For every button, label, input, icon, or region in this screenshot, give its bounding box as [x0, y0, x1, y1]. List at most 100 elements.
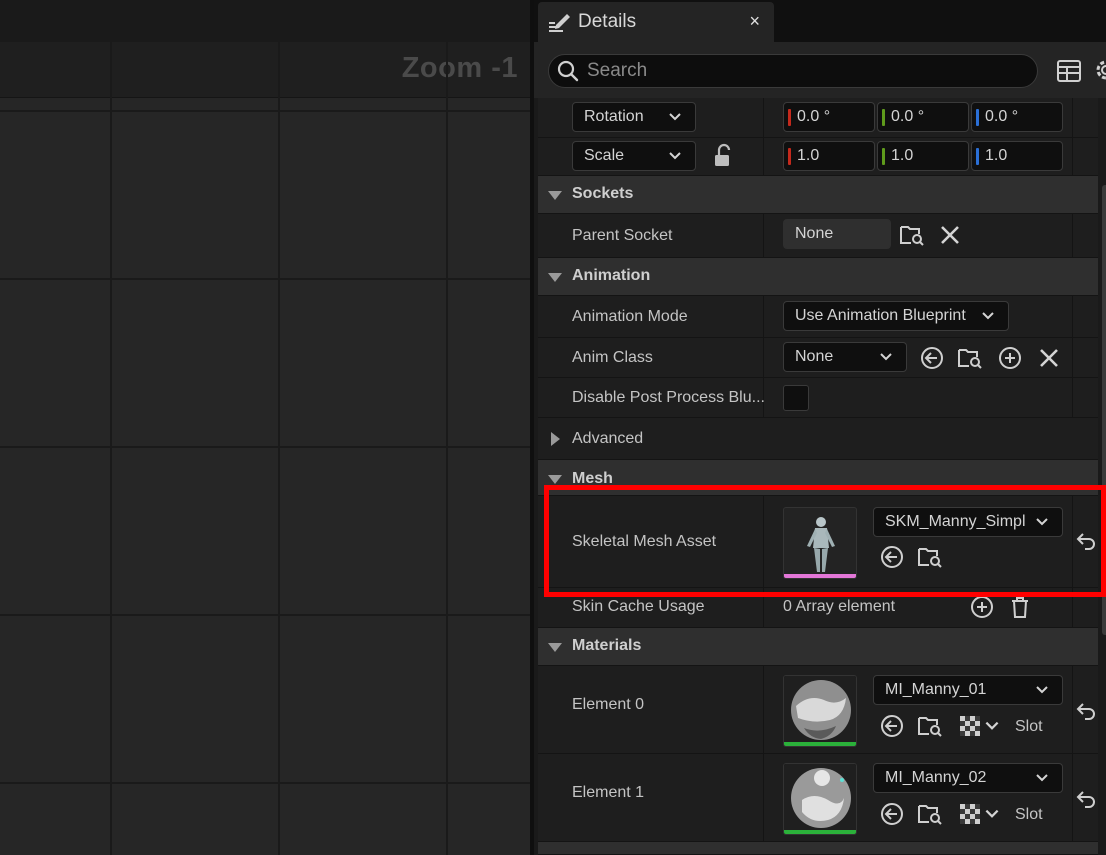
material-element-row: Element 1 MI_Manny_02 Slot: [538, 754, 1098, 842]
material-name-col: Element 0: [538, 666, 764, 753]
browse-folder-icon[interactable]: [917, 801, 943, 827]
use-selected-arrow-icon[interactable]: [879, 713, 905, 739]
rotation-mode-dropdown[interactable]: Rotation: [572, 102, 696, 132]
search-icon: [557, 60, 579, 82]
add-plus-icon[interactable]: [997, 345, 1023, 371]
use-selected-arrow-icon[interactable]: [919, 345, 945, 371]
clear-x-icon[interactable]: [937, 222, 963, 248]
category-sockets[interactable]: Sockets: [538, 176, 1098, 214]
reset-col: [1072, 588, 1098, 627]
material-value: MI_Manny_01: [885, 681, 987, 698]
table-view-icon[interactable]: [1056, 58, 1082, 84]
browse-folder-icon[interactable]: [899, 222, 925, 248]
animation-mode-value: Use Animation Blueprint: [795, 307, 966, 324]
scale-row: Scale 1.0 1.0 1.0: [538, 138, 1098, 176]
disable-post-process-checkbox[interactable]: [783, 385, 809, 411]
animation-mode-dropdown[interactable]: Use Animation Blueprint: [783, 301, 1009, 331]
y-axis-marker: [882, 109, 885, 126]
reset-to-default-icon[interactable]: [1075, 529, 1097, 551]
chevron-down-icon[interactable]: [983, 717, 1001, 735]
chevron-down-icon: [1036, 774, 1048, 782]
material-thumbnail[interactable]: [783, 675, 857, 747]
skeletal-mesh-dropdown[interactable]: SKM_Manny_Simpl: [873, 507, 1063, 537]
browse-folder-icon[interactable]: [917, 544, 943, 570]
tab-details[interactable]: Details ×: [538, 2, 774, 42]
parent-socket-field[interactable]: None: [783, 219, 891, 249]
rotation-z-field[interactable]: 0.0 °: [971, 102, 1063, 132]
rotation-x-field[interactable]: 0.0 °: [783, 102, 875, 132]
scale-x-field[interactable]: 1.0: [783, 141, 875, 171]
browse-folder-icon[interactable]: [917, 713, 943, 739]
rotation-y-field[interactable]: 0.0 °: [877, 102, 969, 132]
z-axis-marker: [976, 148, 979, 165]
anim-class-dropdown[interactable]: None: [783, 342, 907, 372]
animation-mode-row: Animation Mode Use Animation Blueprint: [538, 296, 1098, 338]
trash-icon[interactable]: [1007, 594, 1033, 620]
scale-mode-label: Scale: [584, 147, 625, 164]
disable-pp-values: [765, 378, 1071, 417]
chevron-down-icon: [1036, 686, 1048, 694]
scrollbar[interactable]: [1102, 185, 1106, 635]
reset-to-default-icon[interactable]: [1075, 699, 1097, 721]
use-selected-arrow-icon[interactable]: [879, 544, 905, 570]
search-box[interactable]: [548, 54, 1038, 88]
chevron-down-icon: [669, 113, 681, 121]
material-sphere-icon: [784, 764, 856, 834]
x-axis-marker: [788, 109, 791, 126]
use-selected-arrow-icon[interactable]: [879, 801, 905, 827]
material-values: MI_Manny_02 Slot: [765, 754, 1071, 841]
skin-cache-row: Skin Cache Usage 0 Array element: [538, 588, 1098, 628]
add-plus-icon[interactable]: [969, 594, 995, 620]
rotation-y-value: 0.0 °: [891, 108, 925, 125]
clear-x-icon[interactable]: [1036, 345, 1062, 371]
mannequin-icon: [784, 508, 856, 578]
reset-col: [1072, 296, 1098, 337]
pencil-details-icon: [549, 14, 570, 32]
chevron-down-icon[interactable]: [983, 805, 1001, 823]
grid-line: [110, 42, 112, 855]
animation-mode-label: Animation Mode: [572, 308, 688, 325]
category-mesh[interactable]: Mesh: [538, 460, 1098, 496]
viewport-top-bar: [0, 0, 530, 42]
grid-line: [446, 42, 448, 855]
reset-col: [1072, 754, 1098, 841]
chevron-down-icon: [880, 353, 892, 361]
zoom-label: Zoom -1: [401, 52, 518, 84]
scale-mode-dropdown[interactable]: Scale: [572, 141, 696, 171]
checker-texture-icon[interactable]: [957, 801, 983, 827]
chevron-down-icon: [982, 312, 994, 320]
category-materials[interactable]: Materials: [538, 628, 1098, 666]
gear-icon[interactable]: [1094, 58, 1106, 82]
disable-post-process-label: Disable Post Process Blu...: [572, 389, 765, 406]
anim-class-label: Anim Class: [572, 349, 653, 366]
reset-to-default-icon[interactable]: [1075, 787, 1097, 809]
advanced-label: Advanced: [572, 430, 644, 447]
next-category-stub: [538, 842, 1098, 855]
unlock-icon[interactable]: [710, 143, 736, 169]
disable-post-process-row: Disable Post Process Blu...: [538, 378, 1098, 418]
scale-x-value: 1.0: [797, 147, 820, 164]
checker-texture-icon[interactable]: [957, 713, 983, 739]
chevron-down-icon: [669, 152, 681, 160]
material-element-label: Element 1: [572, 784, 645, 801]
graph-viewport[interactable]: Zoom -1: [0, 0, 530, 855]
advanced-row[interactable]: Advanced: [538, 418, 1098, 460]
browse-folder-icon[interactable]: [957, 345, 983, 371]
material-dropdown[interactable]: MI_Manny_02: [873, 763, 1063, 793]
category-animation[interactable]: Animation: [538, 258, 1098, 296]
rotation-x-value: 0.0 °: [797, 108, 831, 125]
parent-socket-label: Parent Socket: [572, 227, 673, 244]
animation-mode-values: Use Animation Blueprint: [765, 296, 1071, 337]
reset-col: [1072, 138, 1098, 175]
scale-z-field[interactable]: 1.0: [971, 141, 1063, 171]
asset-type-bar: [784, 574, 856, 578]
material-thumbnail[interactable]: [783, 763, 857, 835]
anim-class-value: None: [795, 348, 834, 365]
scale-y-value: 1.0: [891, 147, 914, 164]
close-icon[interactable]: ×: [749, 11, 760, 32]
search-input[interactable]: [587, 60, 1007, 82]
scale-y-field[interactable]: 1.0: [877, 141, 969, 171]
material-dropdown[interactable]: MI_Manny_01: [873, 675, 1063, 705]
skeletal-mesh-thumbnail[interactable]: [783, 507, 857, 579]
reset-col: [1072, 214, 1098, 257]
